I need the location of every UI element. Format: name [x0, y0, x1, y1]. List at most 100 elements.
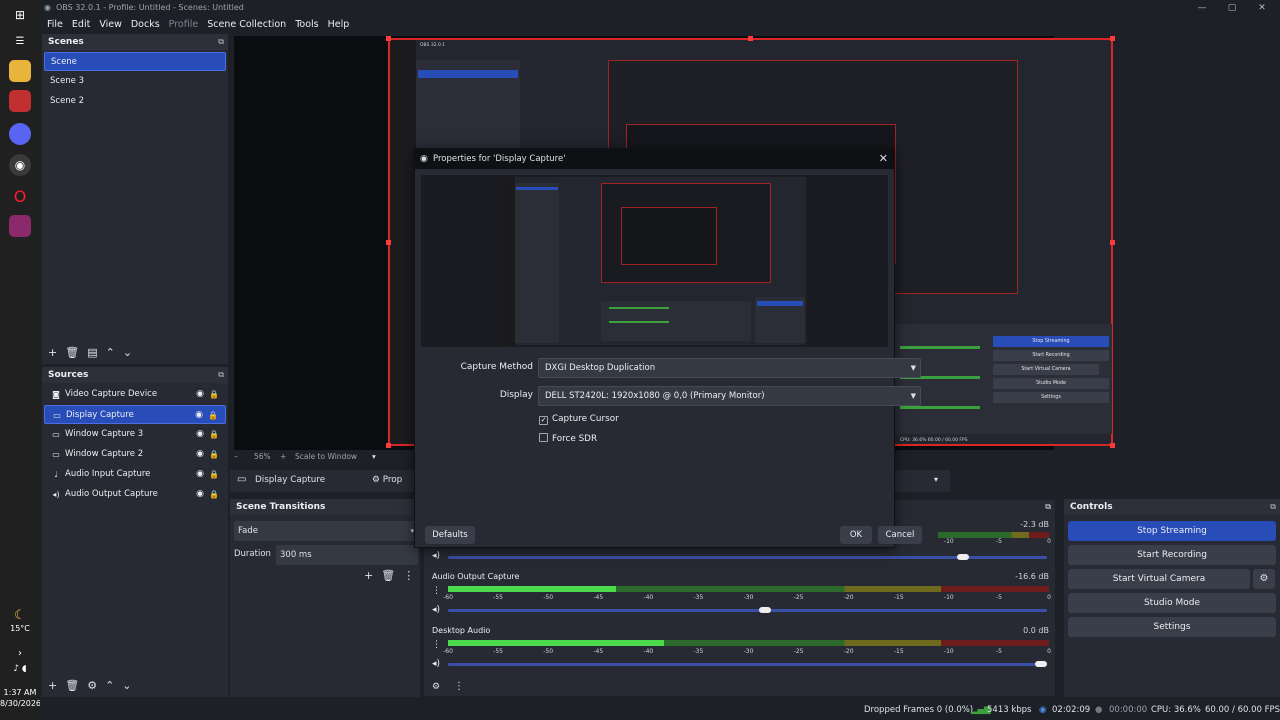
undock-icon[interactable]: ⧉	[218, 367, 224, 383]
source-item[interactable]: ▭ Display Capture ◉ 🔒	[44, 405, 226, 424]
resize-handle[interactable]	[1110, 240, 1115, 245]
source-item[interactable]: ◙ Video Capture Device ◉ 🔒	[44, 385, 226, 404]
source-item[interactable]: ♩ Audio Input Capture ◉ 🔒	[44, 465, 226, 484]
scene-item[interactable]: Scene	[44, 52, 226, 71]
lock-icon[interactable]: 🔒	[209, 485, 219, 504]
file-explorer-icon[interactable]	[9, 60, 31, 82]
eye-icon[interactable]: ◉	[195, 406, 203, 425]
menu-docks[interactable]: Docks	[131, 19, 160, 30]
add-icon[interactable]: +	[48, 346, 57, 359]
close-icon[interactable]: ✕	[1247, 0, 1277, 16]
move-down-icon[interactable]: ⌄	[123, 346, 132, 359]
minimize-icon[interactable]: —	[1187, 0, 1217, 16]
display-dropdown-icon[interactable]: ▾	[934, 475, 938, 484]
resize-handle[interactable]	[748, 36, 753, 41]
tray-expand-icon[interactable]: ›	[0, 648, 40, 659]
gear-icon[interactable]: ⚙	[87, 679, 97, 692]
close-icon[interactable]: ✕	[879, 149, 888, 169]
start-virtual-camera-button[interactable]: Start Virtual Camera	[1068, 569, 1250, 589]
move-up-icon[interactable]: ⌃	[106, 346, 115, 359]
clock-date[interactable]: 8/30/2026	[0, 699, 41, 708]
force-sdr-checkbox[interactable]: Force SDR	[539, 433, 597, 444]
eye-icon[interactable]: ◉	[196, 425, 204, 444]
undock-icon[interactable]: ⧉	[218, 34, 224, 50]
lock-icon[interactable]: 🔒	[209, 445, 219, 464]
menu-scene-collection[interactable]: Scene Collection	[207, 19, 286, 30]
properties-button[interactable]: ⚙ Prop	[372, 475, 402, 485]
trash-icon[interactable]: 🗑	[381, 569, 395, 582]
opera-icon[interactable]: O	[9, 185, 31, 207]
advanced-audio-icon[interactable]: ⚙	[432, 682, 440, 692]
source-item[interactable]: ▭ Window Capture 3 ◉ 🔒	[44, 425, 226, 444]
app-icon-1[interactable]	[9, 90, 31, 112]
ok-button[interactable]: OK	[840, 526, 872, 544]
mixer-menu-icon[interactable]: ⋮	[454, 681, 464, 692]
undock-icon[interactable]: ⧉	[1270, 499, 1276, 515]
menu-profile[interactable]: Profile	[169, 19, 199, 30]
speaker-icon[interactable]: ◂)	[432, 659, 440, 669]
move-up-icon[interactable]: ⌃	[105, 679, 114, 692]
lock-icon[interactable]: 🔒	[209, 465, 219, 484]
speaker-icon[interactable]: ◂)	[432, 605, 440, 615]
duration-spinbox[interactable]: 300 ms	[276, 545, 418, 565]
start-icon[interactable]: ⊞	[9, 4, 31, 26]
menu-tools[interactable]: Tools	[295, 19, 318, 30]
maximize-icon[interactable]: ▢	[1217, 0, 1247, 16]
volume-slider[interactable]	[448, 663, 1047, 666]
filter-icon[interactable]: ▤	[87, 346, 97, 359]
clock-time[interactable]: 1:37 AM	[0, 688, 40, 697]
trash-icon[interactable]: 🗑	[65, 679, 79, 692]
undock-icon[interactable]: ⧉	[1045, 502, 1051, 512]
menu-view[interactable]: View	[99, 19, 122, 30]
scale-mode[interactable]: Scale to Window	[295, 452, 357, 461]
resize-handle[interactable]	[1110, 36, 1115, 41]
add-icon[interactable]: +	[364, 569, 373, 582]
speaker-icon[interactable]: ◂)	[432, 551, 440, 561]
add-icon[interactable]: +	[48, 679, 57, 692]
lock-icon[interactable]: 🔒	[209, 385, 219, 404]
resize-handle[interactable]	[386, 443, 391, 448]
volume-knob[interactable]	[1035, 661, 1047, 667]
source-item[interactable]: ▭ Window Capture 2 ◉ 🔒	[44, 445, 226, 464]
display-select[interactable]: DELL ST2420L: 1920x1080 @ 0,0 (Primary M…	[538, 386, 921, 406]
capture-cursor-checkbox[interactable]: ✓ Capture Cursor	[539, 414, 619, 425]
more-icon[interactable]: ⋮	[432, 640, 441, 650]
winrar-icon[interactable]	[9, 215, 31, 237]
start-recording-button[interactable]: Start Recording	[1068, 545, 1276, 565]
studio-mode-button[interactable]: Studio Mode	[1068, 593, 1276, 613]
menu-help[interactable]: Help	[328, 19, 350, 30]
zoom-in-icon[interactable]: +	[280, 452, 286, 461]
app-icon-2[interactable]	[9, 123, 31, 145]
move-down-icon[interactable]: ⌄	[122, 679, 131, 692]
transition-select[interactable]: Fade ▾	[234, 521, 418, 541]
eye-icon[interactable]: ◉	[196, 465, 204, 484]
eye-icon[interactable]: ◉	[196, 445, 204, 464]
trash-icon[interactable]: 🗑	[65, 346, 79, 359]
resize-handle[interactable]	[386, 240, 391, 245]
cancel-button[interactable]: Cancel	[878, 526, 922, 544]
resize-handle[interactable]	[1110, 443, 1115, 448]
eye-icon[interactable]: ◉	[196, 385, 204, 404]
eye-icon[interactable]: ◉	[196, 485, 204, 504]
source-item[interactable]: ◂) Audio Output Capture ◉ 🔒	[44, 485, 226, 504]
more-icon[interactable]: ⋮	[432, 586, 441, 596]
volume-knob[interactable]	[759, 607, 772, 613]
volume-knob[interactable]	[957, 554, 970, 560]
defaults-button[interactable]: Defaults	[425, 526, 475, 544]
capture-method-select[interactable]: DXGI Desktop Duplication ▼	[538, 358, 921, 378]
zoom-out-icon[interactable]: –	[234, 452, 238, 461]
stop-streaming-button[interactable]: Stop Streaming	[1068, 521, 1276, 541]
volume-slider[interactable]	[448, 609, 1047, 612]
tray-mic-volume-icon[interactable]: ♪ ◖	[0, 664, 40, 674]
resize-handle[interactable]	[386, 36, 391, 41]
scene-item[interactable]: Scene 3	[44, 72, 226, 91]
virtual-camera-settings-button[interactable]: ⚙	[1253, 569, 1275, 589]
widgets-icon[interactable]: ☰	[9, 30, 31, 52]
menu-file[interactable]: File	[47, 19, 63, 30]
lock-icon[interactable]: 🔒	[208, 406, 218, 425]
settings-button[interactable]: Settings	[1068, 617, 1276, 637]
scene-item[interactable]: Scene 2	[44, 92, 226, 111]
obs-icon[interactable]: ◉	[9, 154, 31, 176]
lock-icon[interactable]: 🔒	[209, 425, 219, 444]
more-icon[interactable]: ⋮	[403, 569, 414, 582]
